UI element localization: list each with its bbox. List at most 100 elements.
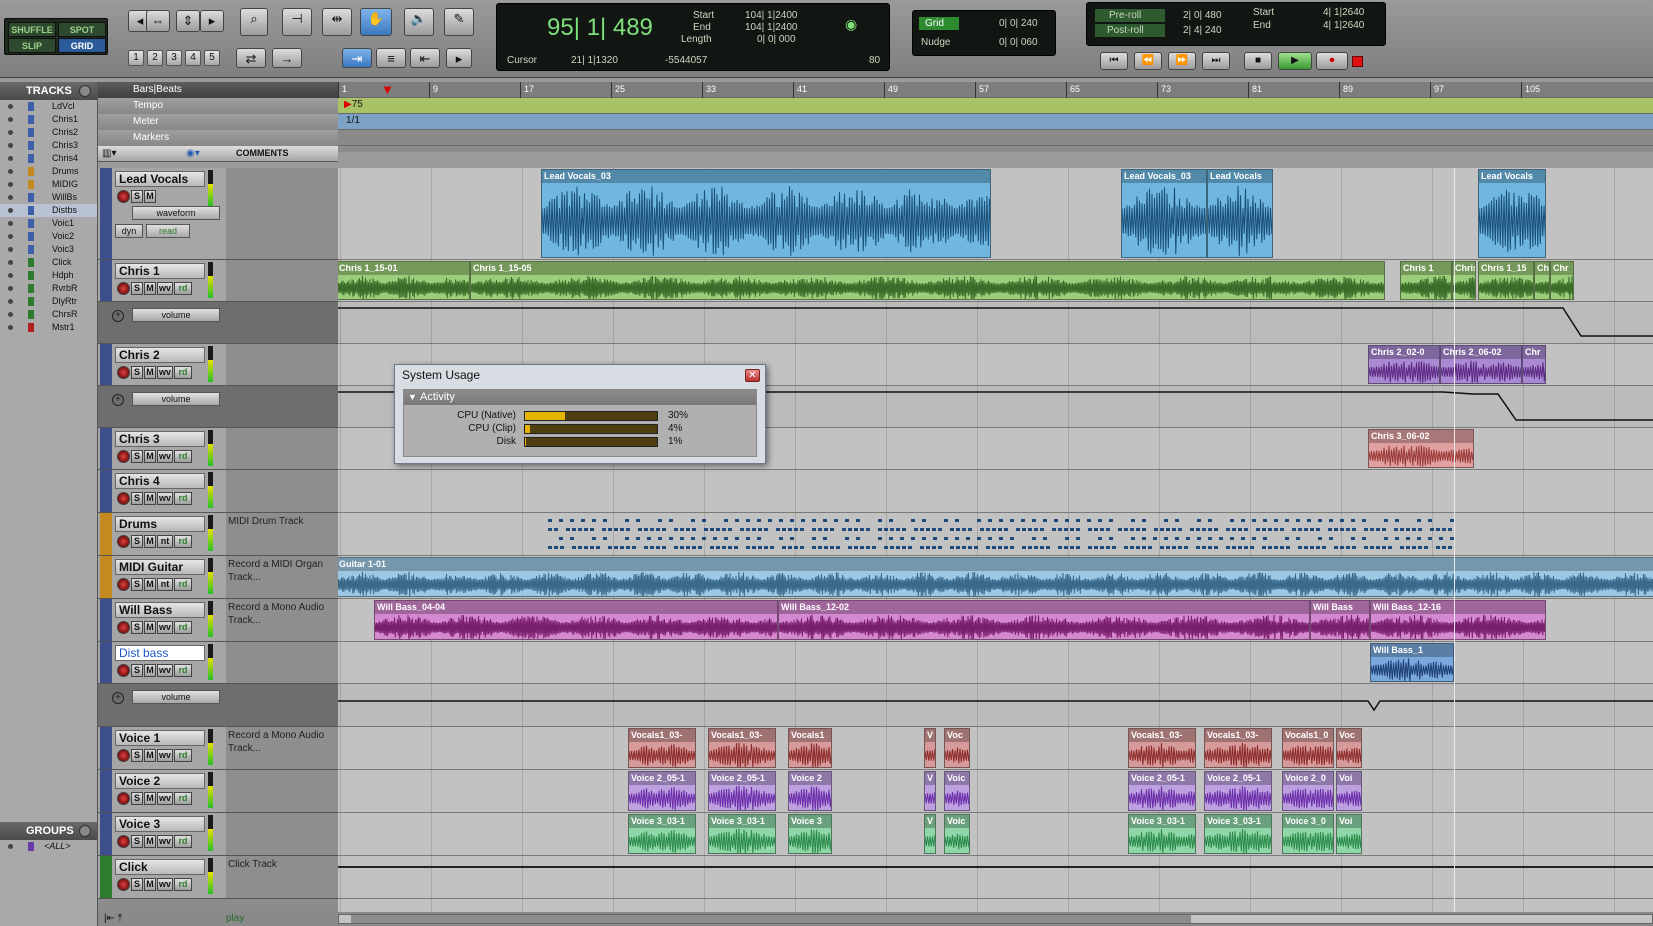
pencil-tool-icon[interactable]: ✎ bbox=[444, 8, 474, 36]
track-name-field[interactable]: Lead Vocals bbox=[115, 171, 205, 187]
audio-clip[interactable]: Voice 3 bbox=[788, 814, 832, 854]
audio-clip[interactable]: Vocals1_03- bbox=[708, 728, 776, 768]
track-lane[interactable] bbox=[338, 727, 1653, 770]
bars-beats-ruler[interactable]: Bars|Beats 1 9 17 25 33 41 49 57 65 73 81 89 97 105 bbox=[98, 82, 1653, 98]
solo-button[interactable]: S bbox=[131, 749, 143, 762]
show-hide-dot-icon[interactable] bbox=[8, 312, 13, 317]
track-view-button[interactable]: wv bbox=[157, 450, 173, 463]
track-view-button[interactable]: wv bbox=[157, 749, 173, 762]
automation-mode-button[interactable]: rd bbox=[174, 492, 192, 505]
mute-button[interactable]: M bbox=[144, 835, 156, 848]
link-timeline-icon[interactable]: ⇄ bbox=[236, 48, 266, 68]
automation-mode-button[interactable]: rd bbox=[174, 792, 192, 805]
audio-clip[interactable]: Vocals1_03- bbox=[1204, 728, 1272, 768]
audio-clip[interactable]: Chr bbox=[1550, 261, 1574, 300]
audio-clip[interactable]: Vocals1_03- bbox=[628, 728, 696, 768]
end-value[interactable]: 104| 1|2400 bbox=[745, 22, 797, 33]
track-name-field[interactable]: Voice 2 bbox=[115, 773, 205, 789]
zoom-preset-5[interactable]: 5 bbox=[204, 50, 220, 66]
automation-mode-button[interactable]: rd bbox=[174, 749, 192, 762]
system-usage-title[interactable]: System Usage bbox=[395, 365, 765, 385]
go-to-end-icon[interactable]: ⏭ bbox=[1202, 52, 1230, 70]
record-enable-button[interactable] bbox=[117, 792, 130, 805]
track-view-button[interactable]: wv bbox=[157, 835, 173, 848]
automation-mode-selector[interactable]: read bbox=[146, 224, 190, 238]
mute-button[interactable]: M bbox=[144, 366, 156, 379]
record-enable-button[interactable] bbox=[117, 835, 130, 848]
solo-button[interactable]: S bbox=[131, 492, 143, 505]
record-enable-button[interactable] bbox=[117, 282, 130, 295]
tracks-list-item[interactable]: LdVcl bbox=[0, 100, 97, 113]
track-name-field[interactable]: Click bbox=[115, 859, 205, 875]
scrollbar-thumb[interactable] bbox=[351, 915, 1191, 923]
mute-button[interactable]: M bbox=[144, 578, 156, 591]
groups-menu-icon[interactable] bbox=[79, 825, 91, 837]
record-enable-button[interactable] bbox=[117, 492, 130, 505]
track-comment[interactable]: Click Track bbox=[228, 858, 333, 871]
link-track-icon[interactable]: → bbox=[272, 48, 302, 68]
tracks-list-item[interactable]: Distbs bbox=[0, 204, 97, 217]
record-arm-indicator[interactable] bbox=[1352, 56, 1363, 67]
track-name-field[interactable]: Chris 2 bbox=[115, 347, 205, 363]
tempo-value[interactable]: 80 bbox=[869, 55, 880, 66]
track-view-button[interactable]: wv bbox=[157, 492, 173, 505]
postroll-value[interactable]: 2| 4| 240 bbox=[1183, 25, 1222, 36]
automation-lane-selector[interactable]: volume bbox=[132, 308, 220, 322]
zoom-in-button[interactable]: ▸ bbox=[200, 10, 224, 32]
add-lane-icon[interactable]: + bbox=[112, 394, 124, 406]
audio-clip[interactable]: V bbox=[924, 814, 936, 854]
show-hide-dot-icon[interactable] bbox=[8, 195, 13, 200]
add-lane-icon[interactable]: + bbox=[112, 692, 124, 704]
mute-button[interactable]: M bbox=[144, 535, 156, 548]
zoom-preset-2[interactable]: 2 bbox=[147, 50, 163, 66]
tab-to-transient-icon[interactable]: ⇥ bbox=[342, 48, 372, 68]
audio-clip[interactable]: Voice 3_03-1 bbox=[1128, 814, 1196, 854]
audio-clip[interactable]: Lead Vocals_03 bbox=[1121, 169, 1207, 258]
show-hide-dot-icon[interactable] bbox=[8, 260, 13, 265]
audio-clip[interactable]: Voice 2_05-1 bbox=[1128, 771, 1196, 811]
mute-button[interactable]: M bbox=[144, 664, 156, 677]
show-hide-dot-icon[interactable] bbox=[8, 221, 13, 226]
audio-clip[interactable]: Chris bbox=[1452, 261, 1476, 300]
mute-button[interactable]: M bbox=[144, 792, 156, 805]
record-enable-button[interactable] bbox=[117, 749, 130, 762]
horizontal-scrollbar[interactable] bbox=[338, 914, 1653, 924]
solo-button[interactable]: S bbox=[131, 792, 143, 805]
zoom-preset-4[interactable]: 4 bbox=[185, 50, 201, 66]
audio-clip[interactable]: Voc bbox=[944, 728, 970, 768]
tempo-marker[interactable]: ▶75 bbox=[344, 99, 363, 110]
trim-tool-icon[interactable]: ⊣ bbox=[282, 8, 312, 36]
audio-clip[interactable]: Chris 2_06-02 bbox=[1440, 345, 1522, 384]
track-name-field[interactable]: Voice 3 bbox=[115, 816, 205, 832]
automation-mode-button[interactable]: rd bbox=[174, 878, 192, 891]
track-lane[interactable] bbox=[338, 470, 1653, 513]
audio-clip[interactable]: Ch bbox=[1534, 261, 1550, 300]
track-name-field[interactable]: Dist bass bbox=[115, 645, 205, 661]
tracks-list-item[interactable]: Chris3 bbox=[0, 139, 97, 152]
tracks-list-item[interactable]: RvrbR bbox=[0, 282, 97, 295]
audio-clip[interactable]: Will Bass_1 bbox=[1370, 643, 1454, 682]
audio-clip[interactable]: Voice 2_05-1 bbox=[708, 771, 776, 811]
fast-forward-icon[interactable]: ⏩ bbox=[1168, 52, 1196, 70]
record-enable-button[interactable] bbox=[117, 664, 130, 677]
meter-ruler[interactable]: Meter 1/1 bbox=[98, 114, 1653, 130]
tracks-list-item[interactable]: Click bbox=[0, 256, 97, 269]
audio-clip[interactable]: Chris 1 bbox=[1400, 261, 1452, 300]
mute-button[interactable]: M bbox=[144, 749, 156, 762]
markers-ruler[interactable]: Markers bbox=[98, 130, 1653, 146]
mute-button[interactable]: M bbox=[144, 621, 156, 634]
audio-clip[interactable]: Chris 1_15 bbox=[1478, 261, 1534, 300]
audio-clip[interactable]: V bbox=[924, 771, 936, 811]
show-hide-dot-icon[interactable] bbox=[8, 273, 13, 278]
mute-button[interactable]: M bbox=[144, 190, 156, 203]
show-hide-dot-icon[interactable] bbox=[8, 286, 13, 291]
automation-mode-button[interactable]: rd bbox=[174, 282, 192, 295]
track-view-button[interactable]: nt bbox=[157, 535, 173, 548]
audio-clip[interactable]: Chris 3_06-02 bbox=[1368, 429, 1474, 468]
zoom-preset-1[interactable]: 1 bbox=[128, 50, 144, 66]
show-hide-dot-icon[interactable] bbox=[8, 117, 13, 122]
audio-clip[interactable]: Voice 3_03-1 bbox=[628, 814, 696, 854]
group-all[interactable]: <ALL> bbox=[0, 840, 97, 853]
audio-clip[interactable]: Voc bbox=[1336, 728, 1362, 768]
stop-icon[interactable]: ■ bbox=[1244, 52, 1272, 70]
